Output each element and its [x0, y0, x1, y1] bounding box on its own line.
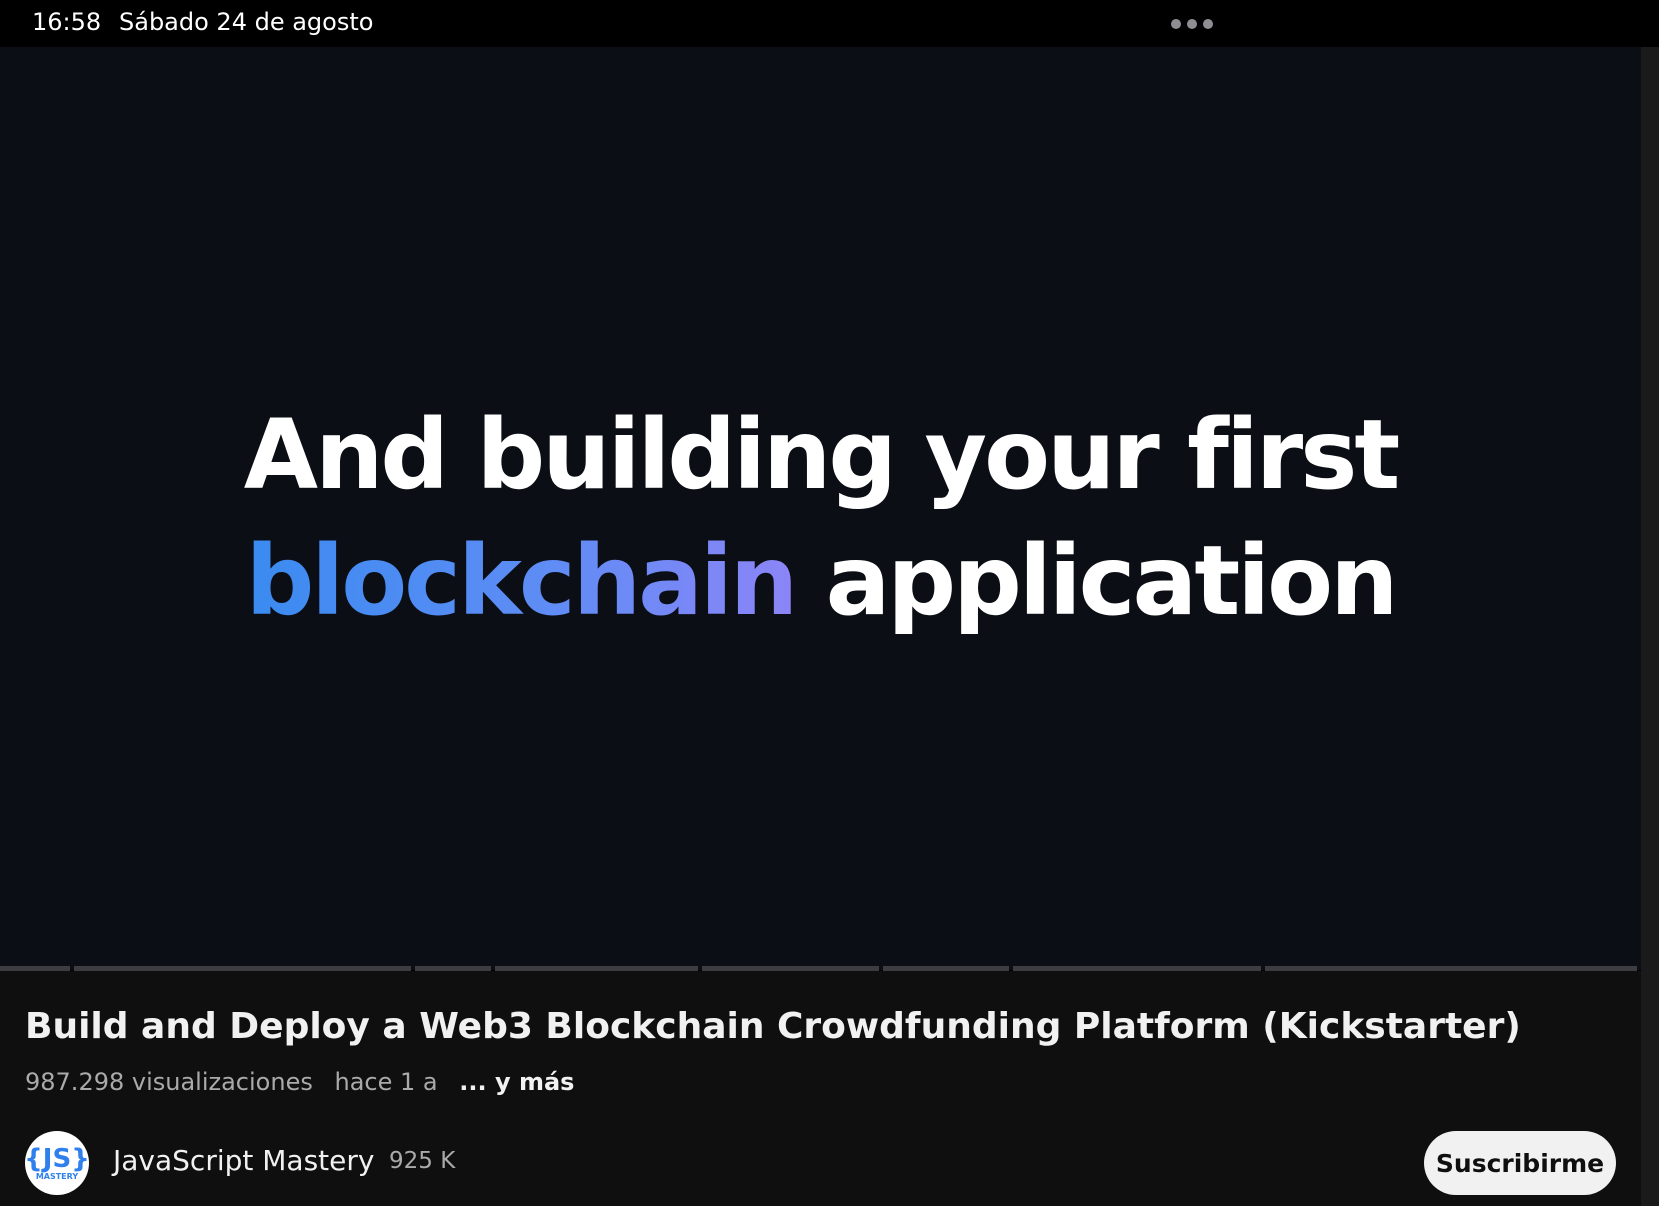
dot: [1203, 19, 1213, 29]
video-title[interactable]: Build and Deploy a Web3 Blockchain Crowd…: [25, 1006, 1521, 1047]
dot: [1171, 19, 1181, 29]
view-count: 987.298 visualizaciones: [25, 1068, 313, 1096]
avatar-subtext: MASTERY: [35, 1171, 79, 1181]
window-edge: [1641, 47, 1659, 1206]
caption-highlight: blockchain: [245, 525, 799, 637]
subscriber-count: 925 K: [389, 1148, 456, 1174]
channel-name[interactable]: JavaScript Mastery: [113, 1144, 374, 1177]
video-info-panel: Build and Deploy a Web3 Blockchain Crowd…: [0, 971, 1641, 1206]
caption-line-2-rest: application: [795, 525, 1399, 637]
channel-row: {JS} MASTERY JavaScript Mastery 925 K Su…: [25, 1131, 1616, 1195]
video-meta: 987.298 visualizaciones hace 1 a ... y m…: [25, 1068, 588, 1096]
dot: [1187, 19, 1197, 29]
status-time: 16:58: [32, 8, 102, 36]
status-date: Sábado 24 de agosto: [119, 8, 374, 36]
video-caption: And building your first blockchain appli…: [0, 392, 1641, 644]
show-more-link[interactable]: ... y más: [459, 1068, 574, 1096]
ellipsis-icon[interactable]: [1171, 16, 1219, 32]
upload-age: hace 1 a: [334, 1068, 438, 1096]
avatar-logo: {JS}: [25, 1143, 89, 1174]
subscribe-button[interactable]: Suscribirme: [1424, 1131, 1616, 1195]
status-bar: 16:58 Sábado 24 de agosto: [0, 0, 1659, 47]
caption-line-2: blockchain application: [0, 518, 1641, 644]
channel-avatar[interactable]: {JS} MASTERY: [25, 1131, 89, 1195]
video-player[interactable]: And building your first blockchain appli…: [0, 47, 1641, 970]
caption-line-1: And building your first: [243, 399, 1400, 511]
